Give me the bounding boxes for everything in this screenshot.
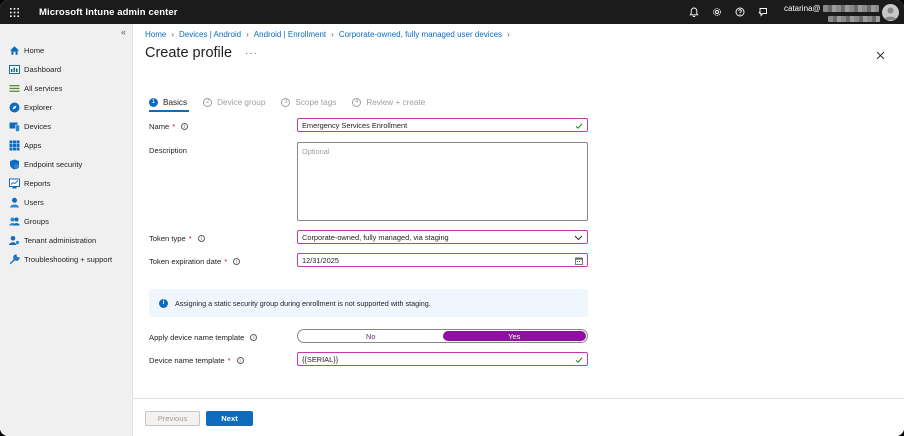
breadcrumb-android-enrollment[interactable]: Android | Enrollment [254, 30, 326, 39]
redacted-tenant [828, 16, 880, 22]
step-label: Device group [217, 97, 266, 107]
step-number: 3 [281, 97, 291, 107]
wizard-steps: 1 Basics 2 Device group 3 Scope tags 4 R… [149, 95, 441, 109]
info-icon[interactable]: i [233, 258, 241, 265]
groups-icon [9, 216, 20, 227]
device-name-template-input[interactable]: {{SERIAL}} [297, 352, 588, 366]
notifications-bell-icon[interactable] [682, 0, 705, 24]
chevron-right-icon: › [331, 30, 334, 39]
top-bar: Microsoft Intune admin center catarina@ [0, 0, 904, 24]
reports-icon [9, 178, 20, 189]
redacted-email [822, 5, 879, 12]
sidebar-item-endpoint-security[interactable]: Endpoint security [0, 155, 133, 174]
chevron-right-icon: › [171, 30, 175, 39]
description-textarea[interactable]: Optional [297, 142, 588, 221]
main-content: Home › Devices | Android › Android | Enr… [133, 24, 904, 436]
name-input[interactable]: Emergency Services Enrollment [297, 118, 588, 132]
info-icon[interactable]: i [197, 235, 205, 242]
sidebar-item-reports[interactable]: Reports [0, 174, 133, 193]
sidebar-item-troubleshooting[interactable]: Troubleshooting + support [0, 250, 133, 269]
active-step-indicator [149, 110, 189, 112]
info-circle-icon: i [159, 298, 168, 308]
collapse-sidebar-icon[interactable]: « [121, 27, 126, 37]
account-name: catarina@ [784, 4, 821, 13]
wrench-icon [9, 254, 20, 265]
help-icon[interactable] [728, 0, 751, 24]
sidebar-item-apps[interactable]: Apps [0, 136, 133, 155]
calendar-icon[interactable] [575, 255, 583, 266]
chevron-down-icon [574, 232, 583, 243]
app-window: Microsoft Intune admin center catarina@ [0, 0, 904, 436]
settings-gear-icon[interactable] [705, 0, 728, 24]
close-icon[interactable] [876, 48, 885, 63]
tab-basics[interactable]: 1 Basics [149, 95, 187, 109]
toggle-no[interactable]: No [299, 331, 443, 341]
feedback-icon[interactable] [751, 0, 774, 24]
token-expiration-date-picker[interactable]: 12/31/2025 [297, 253, 588, 267]
sidebar-item-groups[interactable]: Groups [0, 212, 133, 231]
sidebar-item-home[interactable]: Home [0, 41, 133, 60]
tenant-admin-icon [9, 235, 20, 246]
dashboard-icon [9, 64, 20, 75]
breadcrumb-home[interactable]: Home [145, 30, 166, 39]
device-name-template-label: Device name template * i [149, 356, 244, 365]
toggle-yes[interactable]: Yes [442, 331, 586, 341]
page-title: Create profile [145, 45, 233, 61]
account-info[interactable]: catarina@ [784, 4, 880, 22]
checkmark-icon [575, 354, 583, 365]
tab-device-group[interactable]: 2 Device group [203, 95, 265, 109]
required-marker: * [188, 234, 192, 243]
breadcrumb-devices-android[interactable]: Devices | Android [179, 30, 241, 39]
app-title[interactable]: Microsoft Intune admin center [39, 7, 178, 18]
user-icon [9, 197, 20, 208]
wizard-footer: Previous Next [133, 398, 904, 436]
step-label: Review + create [366, 97, 426, 107]
apps-icon [9, 140, 20, 151]
required-marker: * [227, 356, 231, 365]
token-type-dropdown[interactable]: Corporate-owned, fully managed, via stag… [297, 230, 588, 244]
checkmark-icon [575, 120, 583, 131]
info-message-text: Assigning a static security group during… [175, 298, 431, 308]
tab-review-create[interactable]: 4 Review + create [352, 95, 425, 109]
next-button[interactable]: Next [206, 411, 253, 426]
left-navigation: « Home Dashboard All services Explorer D… [0, 24, 133, 436]
token-expiration-label: Token expiration date * i [149, 257, 241, 266]
info-icon[interactable]: i [181, 123, 189, 130]
step-label: Scope tags [295, 97, 337, 107]
info-icon[interactable]: i [250, 334, 258, 341]
required-marker: * [172, 122, 176, 131]
chevron-right-icon: › [507, 30, 510, 39]
step-number: 1 [149, 97, 158, 107]
more-options-icon[interactable]: ··· [245, 48, 258, 59]
breadcrumb-corporate-owned[interactable]: Corporate-owned, fully managed user devi… [339, 30, 502, 39]
sidebar-item-devices[interactable]: Devices [0, 117, 133, 136]
list-icon [9, 83, 20, 94]
shield-icon [9, 159, 20, 170]
tab-scope-tags[interactable]: 3 Scope tags [281, 95, 336, 109]
previous-button[interactable]: Previous [145, 411, 200, 426]
home-icon [9, 45, 20, 56]
breadcrumb: Home › Devices | Android › Android | Enr… [145, 30, 515, 39]
avatar[interactable] [882, 4, 899, 21]
sidebar-item-dashboard[interactable]: Dashboard [0, 60, 133, 79]
description-label: Description [149, 146, 187, 155]
chevron-right-icon: › [246, 30, 249, 39]
sidebar-item-explorer[interactable]: Explorer [0, 98, 133, 117]
step-number: 4 [352, 97, 362, 107]
devices-icon [9, 121, 20, 132]
name-label: Name * i [149, 122, 189, 131]
app-launcher-icon[interactable] [0, 0, 28, 24]
step-number: 2 [203, 97, 213, 107]
apply-template-toggle[interactable]: No Yes [297, 329, 588, 343]
token-type-label: Token type * i [149, 234, 205, 243]
info-message-bar: i Assigning a static security group duri… [149, 289, 588, 317]
sidebar-item-all-services[interactable]: All services [0, 79, 133, 98]
step-label: Basics [163, 97, 188, 107]
sidebar-item-tenant-administration[interactable]: Tenant administration [0, 231, 133, 250]
required-marker: * [224, 257, 228, 266]
info-icon[interactable]: i [236, 357, 244, 364]
apply-template-label: Apply device name template i [149, 333, 258, 342]
sidebar-item-users[interactable]: Users [0, 193, 133, 212]
explorer-icon [9, 102, 20, 113]
